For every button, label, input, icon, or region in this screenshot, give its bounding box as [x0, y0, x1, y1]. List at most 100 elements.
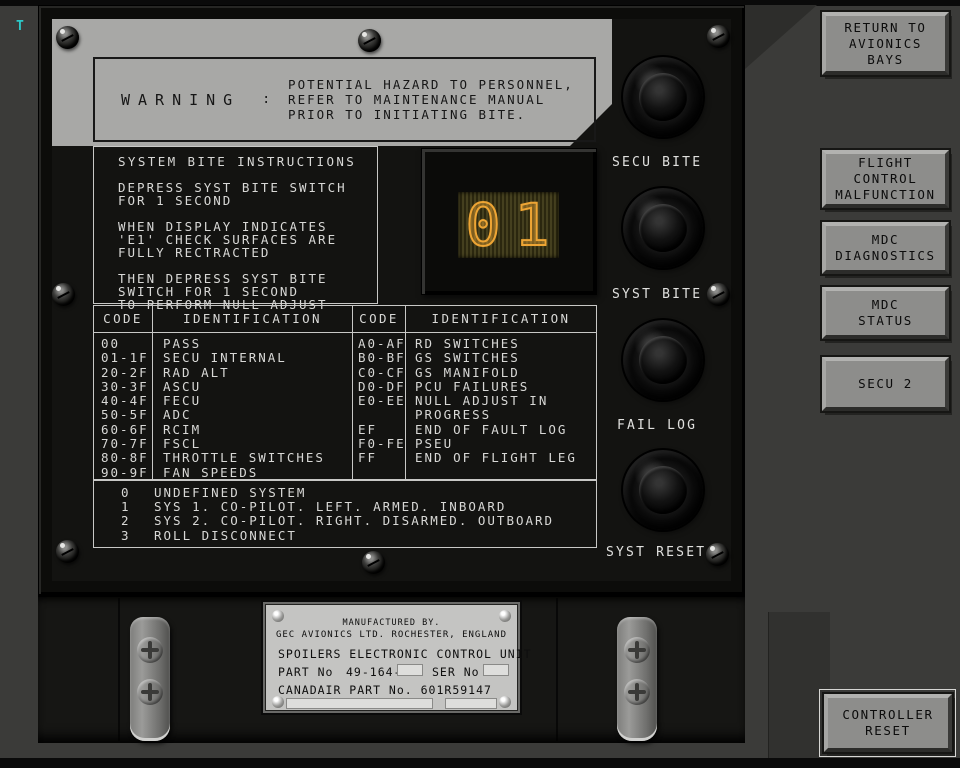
table-row: 20-2F RAD ALT [94, 366, 352, 380]
screw-icon [706, 543, 729, 566]
secu-bite-label: SECU BITE [612, 155, 702, 170]
code-cell: 80-8F [94, 451, 152, 465]
table-row: A0-AF RD SWITCHES [353, 337, 596, 351]
return-to-avionics-bays-button[interactable]: RETURN TO AVIONICS BAYS [822, 12, 949, 75]
code-cell: D0-DF [353, 380, 405, 394]
table-divider [405, 332, 406, 480]
code-cell: C0-CF [353, 366, 405, 380]
code-display-bezel: 01 [421, 148, 597, 295]
syst-bite-knob[interactable] [623, 188, 703, 268]
plate-part-label: PART No [278, 665, 333, 679]
table-row: 90-9F FAN SPEEDS [94, 466, 352, 480]
secu-2-button[interactable]: SECU 2 [822, 357, 949, 411]
code-cell: A0-AF [353, 337, 405, 351]
plate-ser-label: SER No [432, 665, 480, 679]
table-row: 01-1F SECU INTERNAL [94, 351, 352, 365]
screw-icon [56, 540, 79, 563]
table-row: E0-EE NULL ADJUST IN PROGRESS [353, 394, 596, 423]
screw-icon [362, 551, 385, 574]
screw-icon [56, 26, 79, 49]
identification-cell: END OF FLIGHT LEG [405, 451, 577, 465]
legend-row: 2 SYS 2. CO-PILOT. RIGHT. DISARMED. OUTB… [121, 514, 596, 528]
table-row: 70-7F FSCL [94, 437, 352, 451]
code-cell: B0-BF [353, 351, 405, 365]
table-row: 50-5F ADC [94, 408, 352, 422]
mounting-latch-right[interactable] [617, 617, 657, 741]
code-cell: 90-9F [94, 466, 152, 480]
flight-control-malfunction-button[interactable]: FLIGHT CONTROL MALFUNCTION [822, 150, 949, 208]
bite-instructions: SYSTEM BITE INSTRUCTIONS DEPRESS SYST BI… [93, 146, 378, 304]
syst-reset-knob[interactable] [623, 450, 703, 530]
code-cell: 01-1F [94, 351, 152, 365]
secu-bite-knob[interactable] [623, 57, 703, 137]
plate-blank-bar [445, 698, 497, 709]
warning-text: POTENTIAL HAZARD TO PERSONNEL, REFER TO … [288, 77, 574, 122]
code-display-value: 01 [458, 192, 559, 258]
identification-cell: PASS [152, 337, 201, 351]
identification-cell: THROTTLE SWITCHES [152, 451, 325, 465]
fail-log-label: FAIL LOG [617, 418, 697, 433]
identification-cell: FAN SPEEDS [152, 466, 258, 480]
legend-text: ROLL DISCONNECT [154, 529, 297, 543]
table-row: F0-FE PSEU [353, 437, 596, 451]
table-row: D0-DF PCU FAILURES [353, 380, 596, 394]
code-cell: 40-4F [94, 394, 152, 408]
code-cell: 70-7F [94, 437, 152, 451]
rivet-icon [499, 610, 511, 622]
instructions-title: SYSTEM BITE INSTRUCTIONS [118, 154, 377, 169]
identification-cell: GS MANIFOLD [405, 366, 520, 380]
table-row: 80-8F THROTTLE SWITCHES [94, 451, 352, 465]
table-row: C0-CF GS MANIFOLD [353, 366, 596, 380]
phillips-screw-icon [137, 637, 163, 663]
legend-text: SYS 1. CO-PILOT. LEFT. ARMED. INBOARD [154, 500, 506, 514]
identification-cell: RAD ALT [152, 366, 230, 380]
code-cell: F0-FE [353, 437, 405, 451]
manufacturer-nameplate: MANUFACTURED BY. GEC AVIONICS LTD. ROCHE… [263, 602, 520, 713]
bottom-edge [0, 758, 960, 768]
warning-colon: : [262, 92, 270, 107]
table-row: 00 PASS [94, 337, 352, 351]
identification-cell: END OF FAULT LOG [405, 423, 567, 437]
plate-part-blank-field [397, 664, 423, 676]
screw-icon [52, 283, 75, 306]
right-table-id-header: IDENTIFICATION [405, 305, 597, 333]
plate-unit-name: SPOILERS ELECTRONIC CONTROL UNIT [278, 647, 532, 661]
right-table-code-header: CODE [352, 305, 406, 333]
code-cell: 30-3F [94, 380, 152, 394]
code-display-screen: 01 [458, 192, 559, 258]
code-cell: 00 [94, 337, 152, 351]
screw-icon [707, 25, 730, 48]
fail-log-knob[interactable] [623, 320, 703, 400]
phillips-screw-icon [624, 637, 650, 663]
plate-blank-bar [286, 698, 433, 709]
screw-icon [707, 283, 730, 306]
identification-cell: ASCU [152, 380, 201, 394]
code-cell: 50-5F [94, 408, 152, 422]
table-row: 30-3F ASCU [94, 380, 352, 394]
table-row: FF END OF FLIGHT LEG [353, 451, 596, 465]
identification-cell: RCIM [152, 423, 201, 437]
screw-icon [358, 29, 381, 52]
warning-label: WARNING [121, 91, 240, 109]
rivet-icon [272, 696, 284, 708]
mdc-status-button[interactable]: MDC STATUS [822, 287, 949, 339]
code-cell: FF [353, 451, 405, 465]
t-marker: T [16, 19, 24, 34]
code-cell: EF [353, 423, 405, 437]
identification-cell: GS SWITCHES [405, 351, 520, 365]
legend-text: UNDEFINED SYSTEM [154, 486, 306, 500]
plate-manufactured-by: MANUFACTURED BY. [265, 618, 518, 628]
background-bevel [745, 5, 817, 69]
identification-cell: RD SWITCHES [405, 337, 520, 351]
plate-ser-blank-field [483, 664, 509, 676]
legend-row: 0 UNDEFINED SYSTEM [121, 486, 596, 500]
controller-reset-button[interactable]: CONTROLLER RESET [824, 694, 952, 752]
mounting-latch-left[interactable] [130, 617, 170, 741]
legend-row: 3 ROLL DISCONNECT [121, 529, 596, 543]
phillips-screw-icon [624, 679, 650, 705]
mdc-diagnostics-button[interactable]: MDC DIAGNOSTICS [822, 222, 949, 274]
warning-placard: WARNING : POTENTIAL HAZARD TO PERSONNEL,… [93, 57, 596, 142]
syst-reset-label: SYST RESET [606, 545, 706, 560]
phillips-screw-icon [137, 679, 163, 705]
right-code-table: A0-AF RD SWITCHES B0-BF GS SWITCHES C0-C… [352, 332, 597, 480]
